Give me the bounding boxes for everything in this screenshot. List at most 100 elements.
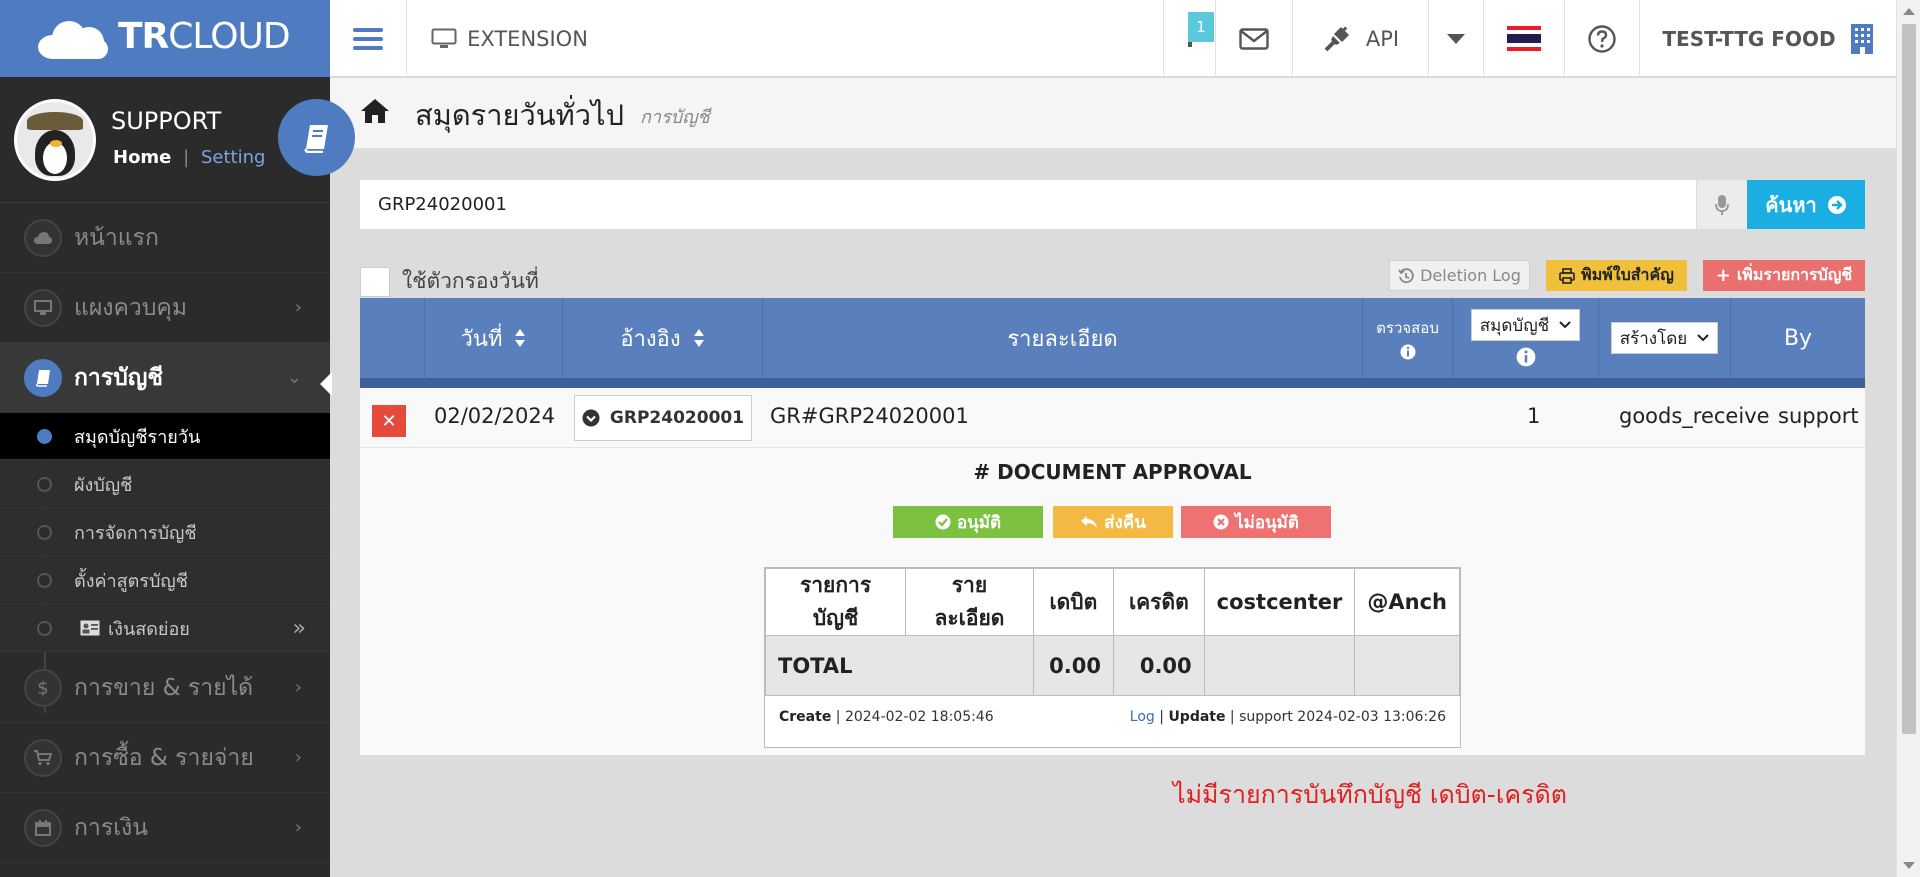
ledger-col-anch: @Anch <box>1354 568 1460 636</box>
sidebar-subitem-chart-of-accounts[interactable]: ผังบัญชี <box>0 461 330 508</box>
reply-icon <box>1081 516 1098 528</box>
language-button[interactable] <box>1483 0 1564 77</box>
table-row: ✕ 02/02/2024 GRP24020001 GR#GRP24020001 … <box>360 388 1865 448</box>
delete-entry-button[interactable]: ✕ <box>372 405 406 437</box>
chevron-down-icon: ⌄ <box>286 367 302 388</box>
sidebar-item-label: การขาย & รายได้ <box>74 674 254 701</box>
link-separator: | <box>183 147 190 168</box>
sidebar-subitem-account-formula[interactable]: ตั้งค่าสูตรบัญชี <box>0 557 330 604</box>
entry-reference-button[interactable]: GRP24020001 <box>574 395 752 441</box>
header-check-label: ตรวจสอบ <box>1376 319 1439 337</box>
book-select[interactable]: สมุดบัญชี <box>1470 309 1581 341</box>
journal-entry-panel: ✕ 02/02/2024 GRP24020001 GR#GRP24020001 … <box>360 388 1865 755</box>
setting-link[interactable]: Setting <box>201 147 265 168</box>
sidebar-subitem-general-journal[interactable]: สมุดบัญชีรายวัน <box>0 413 330 460</box>
mail-button[interactable] <box>1215 0 1292 77</box>
plug-icon <box>1324 25 1349 51</box>
home-link[interactable]: Home <box>113 147 171 168</box>
ledger-col-account: รายการบัญชี <box>764 568 907 636</box>
brand-name: TRCLOUD <box>118 16 291 57</box>
search-button[interactable]: ค้นหา <box>1747 180 1865 229</box>
ledger-total-credit: 0.00 <box>1113 635 1205 696</box>
brand-logo[interactable]: TRCLOUD <box>0 0 330 77</box>
menu-toggle-button[interactable] <box>330 0 406 77</box>
ledger-col-credit: เครดิต <box>1113 568 1205 636</box>
book-quick-button[interactable] <box>278 99 355 176</box>
sidebar-subitem-label: สมุดบัญชีรายวัน <box>74 426 201 448</box>
sidebar-item-accounting[interactable]: การบัญชี ⌄ <box>0 343 332 413</box>
check-circle-icon <box>935 514 951 530</box>
book-icon <box>35 370 50 387</box>
search-button-label: ค้นหา <box>1765 192 1817 217</box>
chevron-circle-down-icon <box>582 409 600 427</box>
info-circle-icon[interactable] <box>1516 347 1536 367</box>
ledger-col-detail: รายละเอียด <box>905 568 1034 636</box>
cart-icon <box>34 750 52 766</box>
deletion-log-button[interactable]: Deletion Log <box>1389 260 1530 291</box>
scrollbar-thumb[interactable] <box>1902 24 1916 734</box>
book-select-value: สมุดบัญชี <box>1479 315 1550 336</box>
double-chevron-right-icon: » <box>292 615 306 641</box>
chevron-right-icon: › <box>294 747 302 768</box>
created-by-select[interactable]: สร้างโดย <box>1610 322 1719 354</box>
avatar[interactable] <box>14 99 96 181</box>
scroll-up-icon[interactable] <box>1903 8 1915 15</box>
header-by-label: By <box>1783 325 1813 351</box>
sidebar-item-dashboard[interactable]: แผงควบคุม › <box>0 273 330 343</box>
return-button[interactable]: ส่งคืน <box>1053 506 1173 538</box>
header-by: By <box>1731 298 1865 378</box>
voice-search-button[interactable] <box>1696 180 1747 229</box>
ledger-total-costcenter <box>1203 635 1356 696</box>
header-created-by: สร้างโดย <box>1599 298 1731 378</box>
ledger-total-label: TOTAL <box>765 635 1034 696</box>
date-filter-label: ใช้ตัวกรองวันที่ <box>402 269 539 293</box>
sidebar-item-finance[interactable]: การเงิน › <box>0 793 330 863</box>
dropdown-button[interactable] <box>1428 0 1483 77</box>
api-button[interactable]: API <box>1292 0 1428 77</box>
company-name: TEST-TTG FOOD <box>1662 26 1836 51</box>
vertical-scrollbar[interactable] <box>1896 0 1920 877</box>
help-button[interactable] <box>1564 0 1639 77</box>
chevron-down-icon <box>1697 334 1709 342</box>
header-date-label: วันที่ <box>460 326 503 352</box>
log-link[interactable]: Log <box>1130 709 1155 725</box>
history-icon <box>1398 267 1414 283</box>
sort-icon <box>515 329 526 347</box>
ledger-col-debit: เดบิต <box>1032 568 1115 636</box>
info-circle-icon[interactable] <box>1400 344 1416 360</box>
header-date[interactable]: วันที่ <box>425 298 563 378</box>
sidebar-subitem-label: ตั้งค่าสูตรบัญชี <box>74 570 188 592</box>
print-voucher-label: พิมพ์ใบสำคัญ <box>1581 265 1674 284</box>
ledger-total-anch <box>1354 635 1460 696</box>
entry-by: support <box>1778 404 1859 428</box>
header-cell-action <box>360 298 425 378</box>
chevron-down-icon <box>1559 321 1571 329</box>
add-entry-button[interactable]: + เพิ่มรายการบัญชี <box>1703 260 1865 291</box>
reject-button[interactable]: ไม่อนุมัติ <box>1181 506 1331 538</box>
home-icon[interactable] <box>360 98 390 124</box>
sidebar-item-label: การบัญชี <box>74 364 164 391</box>
mail-icon <box>1239 27 1269 50</box>
sidebar-item-home[interactable]: หน้าแรก <box>0 203 330 273</box>
thai-flag-icon <box>1507 25 1541 52</box>
header-reference[interactable]: อ้างอิง <box>563 298 763 378</box>
search-input[interactable] <box>360 180 1696 229</box>
print-icon <box>1559 267 1575 284</box>
extension-label: EXTENSION <box>467 26 588 51</box>
company-button[interactable]: TEST-TTG FOOD <box>1639 0 1896 77</box>
sidebar-subitem-account-management[interactable]: การจัดการบัญชี <box>0 509 330 556</box>
sidebar-item-sales-income[interactable]: $ การขาย & รายได้ › <box>0 653 330 723</box>
monitor-icon <box>34 300 52 315</box>
plus-icon: + <box>1715 265 1731 286</box>
approve-button[interactable]: อนุมัติ <box>893 506 1043 538</box>
scroll-down-icon[interactable] <box>1903 862 1915 869</box>
print-voucher-button[interactable]: พิมพ์ใบสำคัญ <box>1546 260 1687 291</box>
chevron-right-icon: › <box>294 817 302 838</box>
date-filter-checkbox[interactable] <box>360 266 390 297</box>
close-icon: ✕ <box>381 410 397 432</box>
microphone-icon <box>1715 194 1729 215</box>
sidebar-item-purchase-expense[interactable]: การซื้อ & รายจ่าย › <box>0 723 330 793</box>
grid-header-divider <box>360 378 1865 388</box>
extension-button[interactable]: EXTENSION <box>406 0 612 77</box>
sidebar-subitem-petty-cash[interactable]: เงินสดย่อย » <box>0 605 330 652</box>
